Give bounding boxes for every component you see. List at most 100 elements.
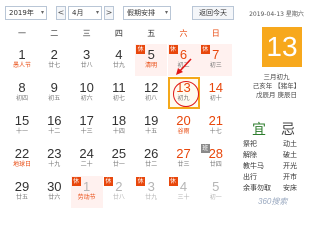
day-cell[interactable]: 1 愚人节 [6,44,38,76]
holiday-badge: 休 [71,177,81,186]
holiday-badge: 休 [103,177,113,186]
day-number: 20 [176,113,191,128]
day-number: 11 [112,80,126,95]
day-number: 29 [14,179,30,194]
ji-item: 动土 [283,140,297,148]
day-number: 1 [18,47,26,62]
day-number: 5 [212,179,220,194]
weekday-label: 三 [82,29,91,38]
day-cell[interactable]: 3 廿八 [71,44,103,76]
day-cell[interactable]: 23 十九 [38,143,70,175]
holiday-select[interactable]: 假期安排 ▾ [123,6,171,20]
lunar-label: 地球日 [12,161,31,168]
ganzhi-year-label: 己亥年 【猪年】 [252,82,301,90]
day-cell[interactable]: 9 初五 [38,77,70,109]
weekday-label: 一 [18,29,26,38]
day-cell[interactable]: 29 廿五 [6,176,38,208]
day-cell[interactable]: 休 3 廿九 [135,176,167,208]
back-to-today-button[interactable]: 返回今天 [192,6,234,20]
day-cell[interactable]: 21 十七 [200,110,232,142]
holiday-badge: 休 [136,177,146,186]
lunar-label: 初八 [145,95,158,102]
day-cell[interactable]: 5 初一 [200,176,232,208]
lunar-label: 初三 [209,62,222,69]
day-cell[interactable]: 22 地球日 [6,143,38,175]
day-cell[interactable]: 8 初四 [6,77,38,109]
day-cell[interactable]: 14 初十 [200,77,232,109]
ji-item: 破土 [283,151,297,159]
day-cell[interactable]: 休 4 三十 [168,176,200,208]
day-cell[interactable]: 休 1 劳动节 [70,176,103,208]
day-detail-panel: 2019-04-13 星期六 13 三月初九 己亥年 【猪年】 戊辰月 庚辰日 … [240,0,313,209]
day-cell[interactable]: 10 初六 [71,77,103,109]
day-number: 14 [208,80,224,95]
lunar-label: 廿九 [145,194,158,201]
holiday-badge: 休 [136,45,146,54]
day-cell[interactable]: 休 2 廿八 [103,176,135,208]
day-cell[interactable]: 18 十四 [103,110,135,142]
lunar-label: 十七 [209,128,222,135]
day-number: 21 [208,113,224,128]
ji-item: 开光 [283,162,297,170]
yi-item: 出行 [243,173,257,181]
day-number: 18 [111,113,127,128]
day-cell[interactable]: 25 廿一 [103,143,135,175]
lunar-label: 初十 [209,95,222,102]
lunar-label: 十一 [15,128,28,135]
lunar-label: 清明 [145,62,158,69]
day-cell[interactable]: 休 7 初三 [199,44,232,76]
day-cell[interactable]: 11 初七 [103,77,135,109]
day-number: 16 [47,113,62,128]
day-number: 30 [47,179,62,194]
prev-month-button[interactable]: < [56,6,66,20]
next-month-button[interactable]: > [104,6,114,20]
workday-badge: 班 [200,144,210,153]
lunar-label: 廿三 [177,161,190,168]
lunar-label: 廿八 [80,62,93,69]
day-cell[interactable]: 4 廿九 [103,44,135,76]
month-select[interactable]: 4月 ▾ [68,6,102,20]
day-cell[interactable]: 16 十二 [38,110,70,142]
month-select-value: 4月 [72,9,84,17]
day-cell[interactable]: 15 十一 [6,110,38,142]
day-cell[interactable]: 12 初八 [135,77,167,109]
day-number: 15 [14,113,30,128]
day-cell[interactable]: 19 十五 [135,110,167,142]
day-number: 12 [143,80,159,95]
chevron-down-icon: ▾ [95,9,99,16]
day-number: 8 [18,80,26,95]
lunar-date-label: 三月初九 [263,73,290,81]
lunar-label: 初七 [112,95,125,102]
day-cell[interactable]: 26 廿二 [135,143,167,175]
day-cell-today[interactable]: 13 初九 [167,77,200,109]
day-cell[interactable]: 27 廿三 [168,143,200,175]
big-day-number: 13 [262,27,302,67]
day-cell[interactable]: 2 廿七 [38,44,70,76]
day-cell[interactable]: 20 谷雨 [168,110,200,142]
day-cell[interactable]: 17 十三 [71,110,103,142]
ganzhi-month-day-label: 戊辰月 庚辰日 [255,91,298,99]
day-cell[interactable]: 班 28 廿四 [200,143,232,175]
day-number: 2 [50,47,58,62]
lunar-label: 十九 [48,161,61,168]
holiday-badge: 休 [168,177,178,186]
day-number: 23 [47,146,62,161]
lunar-label: 十三 [80,128,93,135]
year-select[interactable]: 2019年 ▾ [5,6,47,20]
day-number: 3 [82,47,91,62]
day-number: 27 [176,146,191,161]
day-number: 19 [143,113,159,128]
yi-item: 解除 [243,151,257,159]
lunar-label: 廿六 [48,194,61,201]
lunar-label: 十二 [48,128,61,135]
lunar-label: 三十 [177,194,190,201]
day-cell[interactable]: 30 廿六 [38,176,70,208]
weekday-label: 二 [50,29,59,38]
weekday-label: 四 [114,29,123,38]
lunar-label: 初四 [15,95,28,102]
day-cell[interactable]: 24 二十 [71,143,103,175]
day-cell[interactable]: 休 5 清明 [135,44,168,76]
lunar-label: 初一 [209,194,222,201]
day-number: 25 [111,146,127,161]
day-number: 24 [79,146,94,161]
